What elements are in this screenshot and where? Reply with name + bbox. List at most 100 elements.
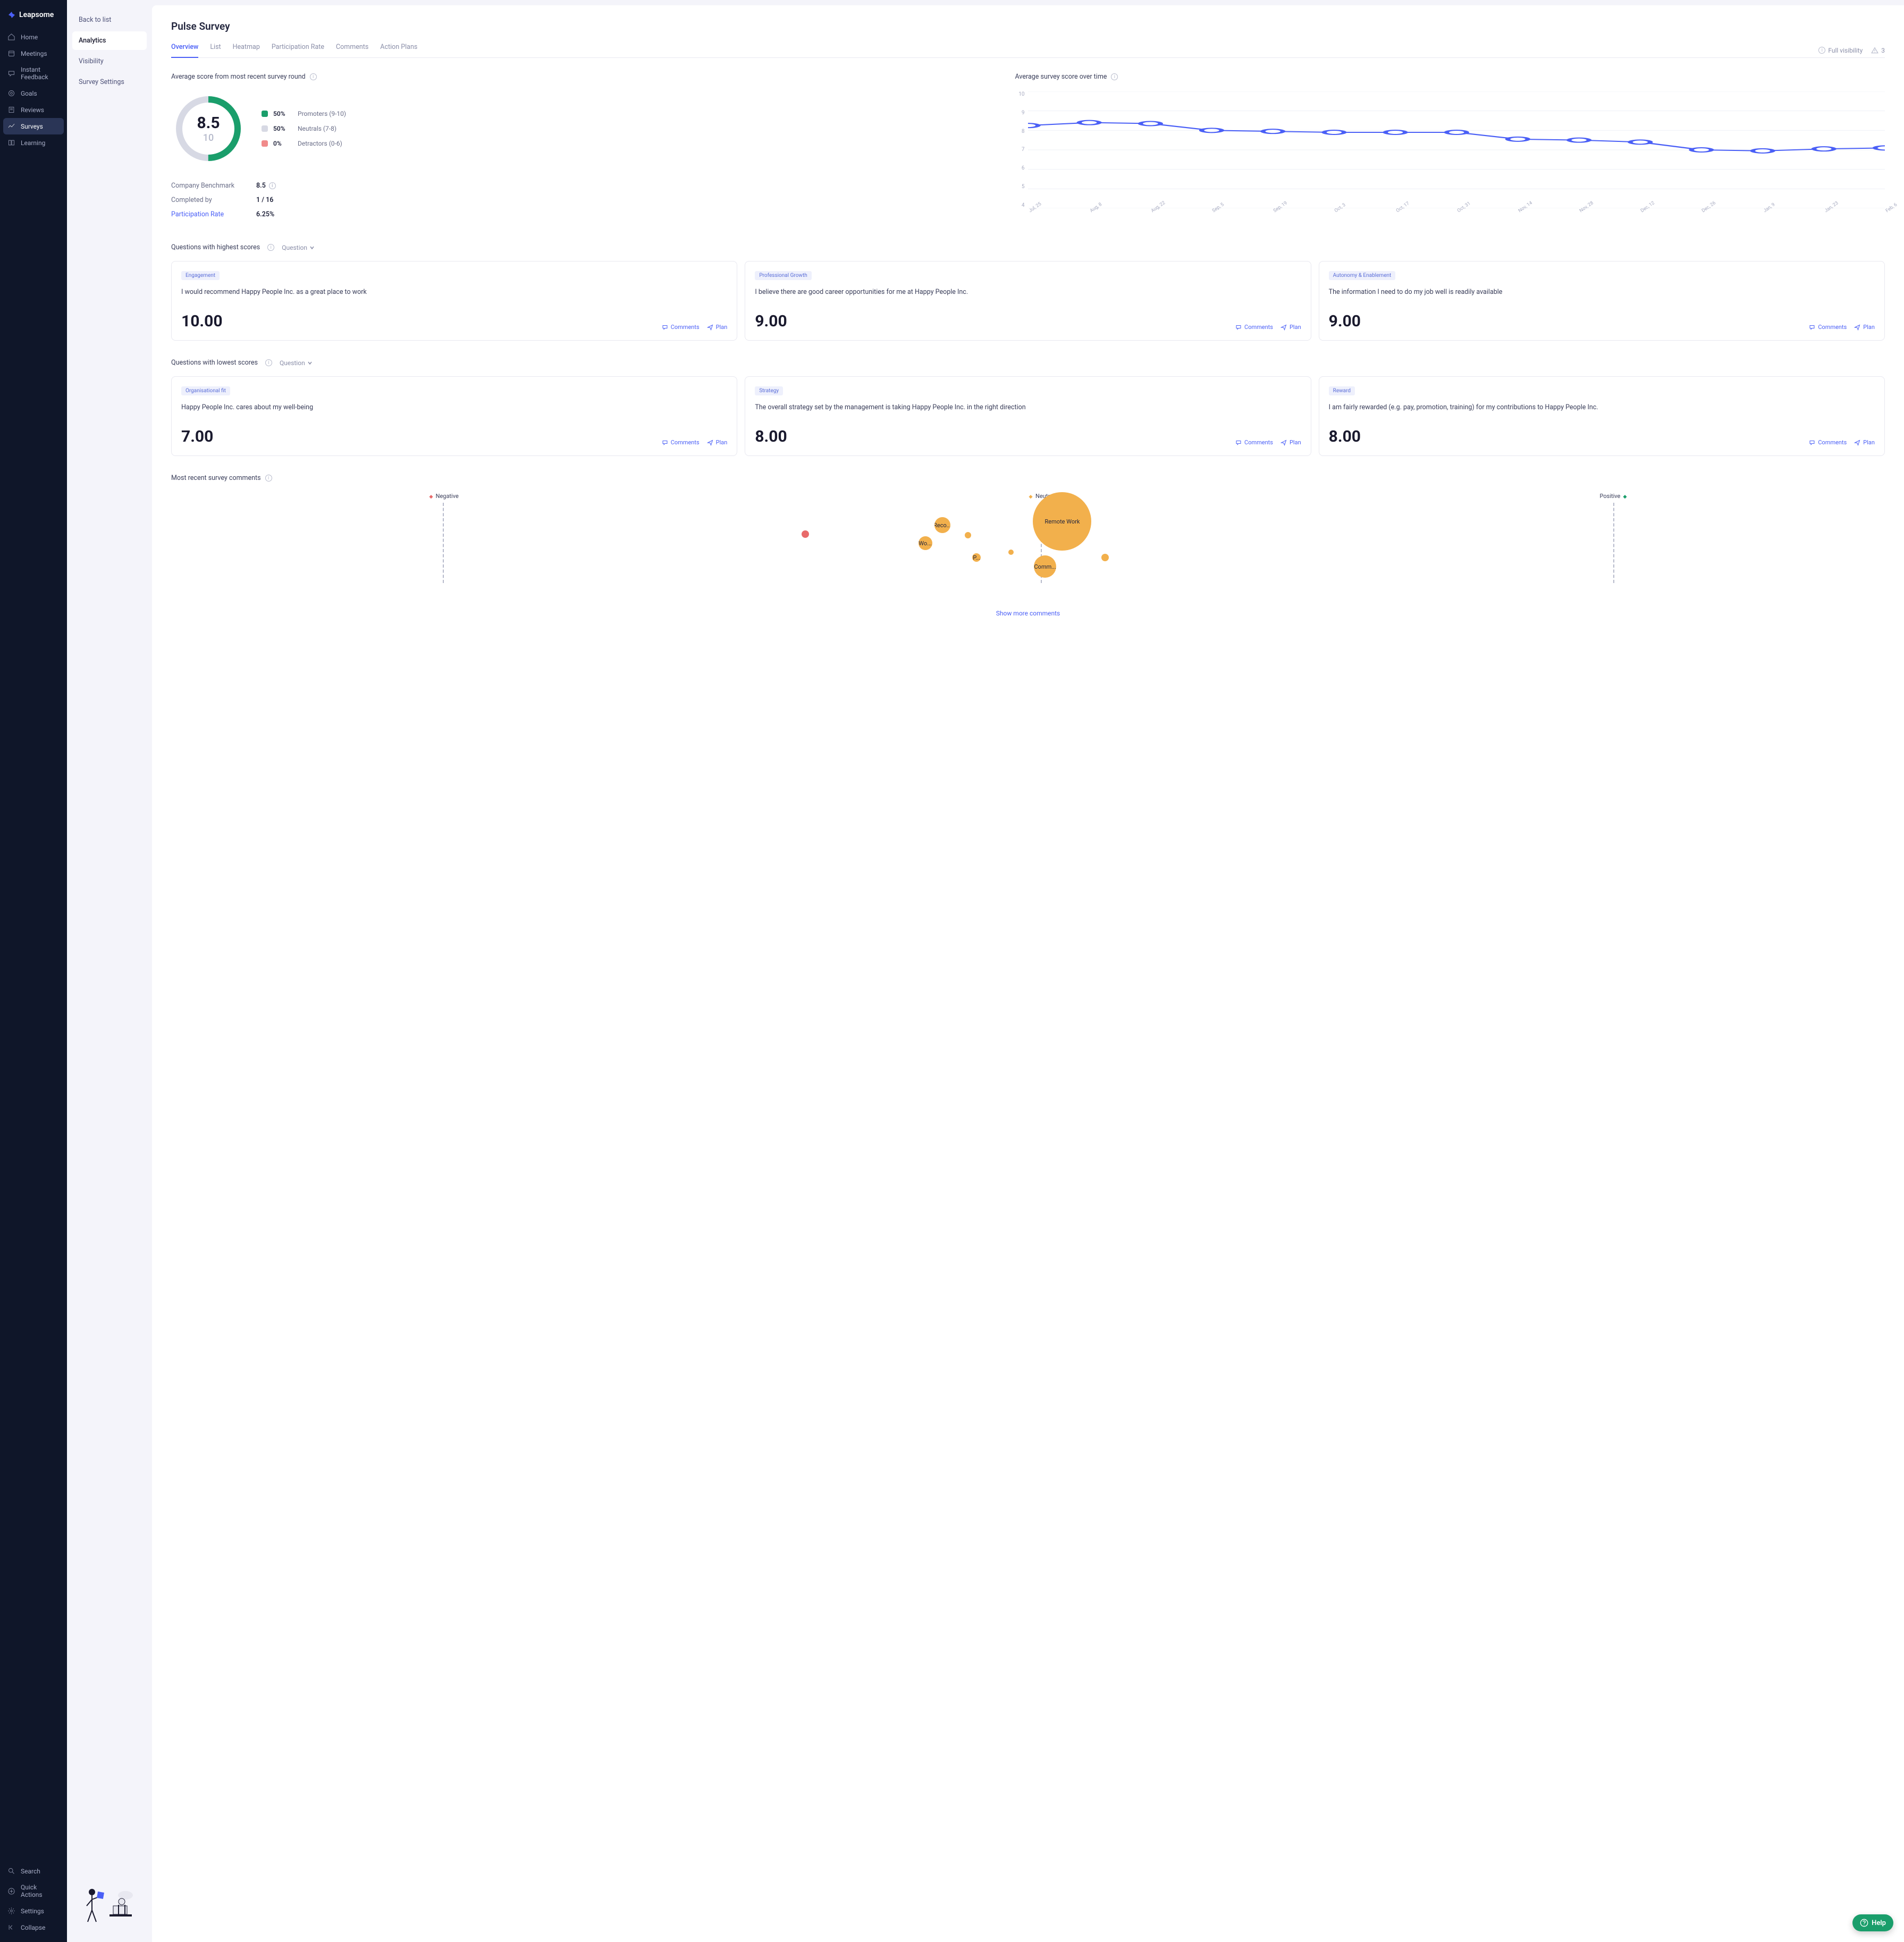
- help-icon: [1860, 1919, 1868, 1927]
- nav-item-settings[interactable]: Settings: [0, 1903, 67, 1919]
- brand-logo[interactable]: Leapsome: [0, 6, 67, 29]
- highest-dropdown[interactable]: Question: [282, 244, 315, 251]
- nav-item-home[interactable]: Home: [0, 29, 67, 45]
- plan-button[interactable]: Plan: [1280, 324, 1301, 331]
- tabs: Overview List Heatmap Participation Rate Com…: [171, 43, 1885, 58]
- sidebar-illustration: [72, 1878, 147, 1931]
- main-content: Pulse Survey Overview List Heatmap Particip…: [152, 5, 1904, 1942]
- plan-button[interactable]: Plan: [707, 324, 728, 331]
- info-icon[interactable]: i: [265, 359, 272, 366]
- nav-item-learning[interactable]: Learning: [0, 134, 67, 151]
- tab-comments[interactable]: Comments: [336, 43, 368, 57]
- comments-button[interactable]: Comments: [1235, 324, 1273, 331]
- subnav-analytics[interactable]: Analytics: [72, 31, 147, 50]
- comments-button[interactable]: Comments: [662, 324, 700, 331]
- plan-button[interactable]: Plan: [1854, 439, 1875, 446]
- help-button[interactable]: Help: [1852, 1914, 1893, 1931]
- score-donut: 8.5 10: [171, 91, 246, 166]
- avg-score-title: Average score from most recent survey ro…: [171, 73, 306, 81]
- diamond-icon: [1622, 494, 1628, 499]
- info-icon[interactable]: i: [1111, 73, 1118, 80]
- info-icon[interactable]: i: [310, 73, 317, 80]
- search-icon: [7, 1867, 15, 1875]
- tab-list[interactable]: List: [210, 43, 221, 57]
- info-icon[interactable]: i: [267, 244, 274, 251]
- nav-item-surveys[interactable]: Surveys: [3, 118, 64, 134]
- settings-icon: [7, 1907, 15, 1915]
- sentiment-bubble[interactable]: [965, 532, 971, 538]
- card-tag: Professional Growth: [755, 271, 811, 280]
- card-score: 8.00: [755, 427, 787, 446]
- tab-action-plans[interactable]: Action Plans: [380, 43, 417, 57]
- sentiment-bubble[interactable]: Remote Work: [1033, 492, 1091, 551]
- lowest-dropdown[interactable]: Question: [280, 359, 313, 367]
- plan-button[interactable]: Plan: [707, 439, 728, 446]
- card-text: I would recommend Happy People Inc. as a…: [181, 288, 727, 299]
- highest-title: Questions with highest scores: [171, 243, 260, 251]
- legend-row: 50%Neutrals (7-8): [262, 125, 346, 132]
- surveys-icon: [7, 122, 15, 130]
- nav-item-search[interactable]: Search: [0, 1863, 67, 1879]
- meetings-icon: [7, 49, 15, 57]
- sub-sidebar: Back to list Analytics Visibility Survey Se…: [67, 0, 152, 1942]
- chevron-down-icon: [307, 360, 313, 366]
- sentiment-chart: Negative Neutral Positive Remote WorkCom…: [171, 493, 1885, 583]
- quick-actions-icon: [7, 1887, 15, 1895]
- card-text: The overall strategy set by the manageme…: [755, 403, 1301, 415]
- card-tag: Autonomy & Enablement: [1329, 271, 1396, 280]
- comment-icon: [1235, 440, 1242, 446]
- stats-row[interactable]: Participation Rate6.25%: [171, 207, 994, 222]
- card-text: I am fairly rewarded (e.g. pay, promotio…: [1329, 403, 1875, 415]
- card-text: Happy People Inc. cares about my well-be…: [181, 403, 727, 415]
- diamond-icon: [1028, 494, 1033, 499]
- info-icon[interactable]: i: [269, 182, 276, 189]
- stats-row: Company Benchmark8.5 i: [171, 179, 994, 193]
- comment-icon: [662, 324, 668, 331]
- nav-item-meetings[interactable]: Meetings: [0, 45, 67, 62]
- goals-icon: [7, 89, 15, 97]
- nav-item-instant-feedback[interactable]: Instant Feedback: [0, 62, 67, 85]
- page-title: Pulse Survey: [171, 20, 1885, 32]
- sentiment-bubble[interactable]: Wo...: [919, 536, 932, 550]
- plan-icon: [1280, 440, 1287, 446]
- plan-icon: [707, 324, 713, 331]
- plan-button[interactable]: Plan: [1854, 324, 1875, 331]
- warnings-indicator[interactable]: 3: [1871, 47, 1885, 54]
- chevron-down-icon: [309, 245, 315, 250]
- card-score: 7.00: [181, 427, 213, 446]
- nav-item-reviews[interactable]: Reviews: [0, 102, 67, 118]
- sentiment-bubble[interactable]: [1008, 550, 1014, 555]
- donut-max: 10: [203, 132, 214, 143]
- card-tag: Reward: [1329, 386, 1355, 395]
- sentiment-bubble[interactable]: P...: [972, 553, 981, 562]
- legend-row: 50%Promoters (9-10): [262, 110, 346, 117]
- tab-participation-rate[interactable]: Participation Rate: [272, 43, 324, 57]
- plan-button[interactable]: Plan: [1280, 439, 1301, 446]
- nav-item-collapse[interactable]: Collapse: [0, 1919, 67, 1936]
- card-tag: Engagement: [181, 271, 220, 280]
- comments-button[interactable]: Comments: [662, 439, 700, 446]
- question-card: Reward I am fairly rewarded (e.g. pay, p…: [1319, 376, 1885, 456]
- subnav-visibility[interactable]: Visibility: [72, 52, 147, 71]
- sentiment-bubble[interactable]: [802, 530, 809, 538]
- sentiment-bubble[interactable]: [1101, 554, 1109, 561]
- info-icon[interactable]: i: [265, 475, 272, 482]
- info-icon: i: [1818, 47, 1825, 54]
- tab-overview[interactable]: Overview: [171, 43, 198, 57]
- subnav-survey-settings[interactable]: Survey Settings: [72, 73, 147, 91]
- sentiment-bubble[interactable]: Reco...: [934, 517, 950, 533]
- nav-item-goals[interactable]: Goals: [0, 85, 67, 102]
- question-card: Organisational fit Happy People Inc. car…: [171, 376, 737, 456]
- comments-button[interactable]: Comments: [1235, 439, 1273, 446]
- nav-item-quick-actions[interactable]: Quick Actions: [0, 1879, 67, 1903]
- card-score: 8.00: [1329, 427, 1361, 446]
- subnav-back-to-list[interactable]: Back to list: [72, 11, 147, 29]
- comments-button[interactable]: Comments: [1809, 439, 1847, 446]
- comments-button[interactable]: Comments: [1809, 324, 1847, 331]
- comment-icon: [1235, 324, 1242, 331]
- show-more-comments[interactable]: Show more comments: [171, 610, 1885, 617]
- sentiment-negative-label: Negative: [428, 493, 459, 500]
- learning-icon: [7, 139, 15, 147]
- visibility-indicator[interactable]: i Full visibility: [1818, 47, 1863, 54]
- tab-heatmap[interactable]: Heatmap: [233, 43, 260, 57]
